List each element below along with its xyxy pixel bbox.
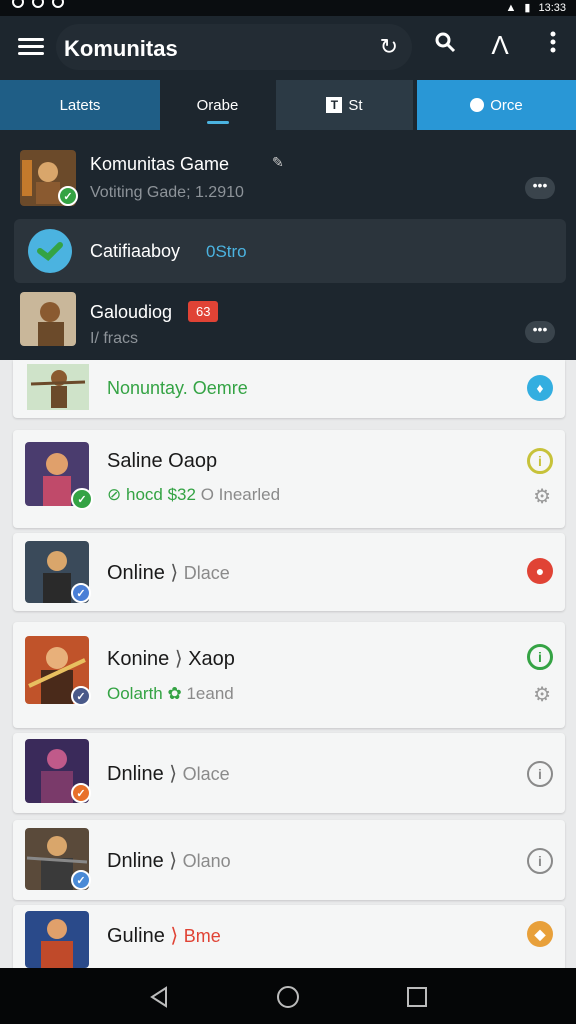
list-card[interactable]: ✓ Konine ⟩ Xaop Oolarth ✿ 1eand i ⚙ — [13, 622, 565, 728]
info-icon[interactable]: i — [527, 761, 553, 787]
refresh-icon[interactable]: ↻ — [380, 34, 398, 60]
gear-icon[interactable]: ⚙ — [533, 682, 551, 707]
game-avatar — [20, 292, 76, 346]
system-nav-bar — [0, 968, 576, 1024]
info-icon[interactable]: i — [527, 644, 553, 670]
fire-icon[interactable]: ● — [527, 558, 553, 584]
top-list: ✓ Komunitas Game ✎ Votiting Gade; 1.2910… — [0, 130, 576, 360]
item-subtitle: I/ fracs — [90, 330, 139, 347]
item-title: Dnline ⟩ Olace — [107, 763, 230, 785]
item-title: Dnline ⟩ Olano — [107, 850, 231, 872]
check-badge-icon: ✓ — [71, 488, 93, 510]
app-title: Komunitas — [64, 36, 178, 61]
item-subtitle: Nonuntay. Oemre — [107, 378, 248, 398]
check-badge-icon: ✓ — [58, 186, 78, 206]
clock: 13:33 — [538, 1, 566, 14]
gear-icon[interactable]: ⚙ — [533, 484, 551, 509]
tab-st[interactable]: T St — [276, 80, 413, 130]
list-card[interactable]: ✓ Online ⟩ Dlace ● — [13, 533, 565, 611]
tab-orce[interactable]: Orce — [417, 80, 576, 130]
more-options-icon[interactable]: ••• — [525, 321, 555, 343]
list-item[interactable]: Galoudiog 63 I/ fracs ••• — [0, 284, 576, 360]
tab-indicator — [206, 121, 229, 124]
chat-logo-icon — [28, 229, 72, 273]
link-icon: ⊘ — [107, 485, 122, 504]
diamond-icon[interactable]: ◆ — [527, 921, 553, 947]
status-bar: ▲ ▮ 13:33 — [0, 0, 576, 16]
list-card[interactable]: ✓ Dnline ⟩ Olace i — [13, 733, 565, 813]
more-vert-icon[interactable] — [538, 30, 568, 61]
search-icon[interactable] — [430, 30, 460, 61]
item-subtitle: Oolarth ✿ 1eand — [107, 684, 234, 703]
status-badge-icon: ✓ — [71, 783, 91, 803]
item-title: Catifiaaboy — [90, 241, 181, 261]
game-avatar — [25, 911, 89, 968]
item-title: Saline Oaop — [107, 450, 218, 472]
list-card[interactable]: Nonuntay. Oemre ♦ — [13, 360, 565, 418]
menu-button[interactable] — [18, 34, 44, 60]
item-title: Konine ⟩ Xaop — [107, 648, 235, 670]
lambda-icon[interactable]: Λ — [485, 30, 515, 61]
item-subtitle: Votiting Gade; 1.2910 — [90, 184, 244, 201]
wifi-icon: ▲ — [505, 1, 517, 14]
verified-badge-icon: ✓ — [71, 686, 91, 706]
item-title: Komunitas Game — [90, 154, 230, 174]
notification-icon — [12, 0, 24, 8]
more-options-icon[interactable]: ••• — [525, 177, 555, 199]
tab-latest[interactable]: Latets — [0, 80, 160, 130]
home-icon[interactable] — [275, 984, 301, 1010]
count-badge: 63 — [188, 301, 219, 322]
pencil-icon[interactable]: ✎ — [272, 154, 284, 171]
list-item-highlighted[interactable]: Catifiaaboy 0Stro — [14, 219, 566, 283]
info-icon[interactable]: i — [527, 848, 553, 874]
back-icon[interactable] — [146, 984, 172, 1010]
list-card[interactable]: ✓ Saline Oaop ⊘ hocd $32 O Inearled i ⚙ — [13, 430, 565, 528]
tab-bar: Latets Orabe T St Orce — [0, 80, 576, 130]
item-title: Guline ⟩ Bme — [107, 925, 221, 947]
recents-icon[interactable] — [404, 984, 430, 1010]
info-icon[interactable]: i — [527, 448, 553, 474]
item-tag: 0Stro — [206, 242, 247, 261]
circle-icon — [470, 98, 485, 112]
item-subtitle: ⊘ hocd $32 O Inearled — [107, 485, 281, 504]
item-title: Online ⟩ Dlace — [107, 562, 230, 584]
app-bar: Komunitas ↻ Λ — [0, 16, 576, 80]
battery-icon: ▮ — [524, 2, 531, 14]
game-avatar — [27, 364, 89, 410]
list-card[interactable]: Guline ⟩ Bme ◆ — [13, 905, 565, 968]
title-pill[interactable]: Komunitas ↻ — [56, 24, 412, 70]
sync-icon — [32, 0, 44, 8]
list-item[interactable]: ✓ Komunitas Game ✎ Votiting Gade; 1.2910… — [0, 140, 576, 216]
drop-icon[interactable]: ♦ — [527, 375, 553, 401]
list-card[interactable]: ✓ Dnline ⟩ Olano i — [13, 820, 565, 900]
text-icon: T — [326, 97, 343, 113]
tab-orabe[interactable]: Orabe — [165, 80, 270, 130]
check-icon — [52, 0, 64, 8]
gear-small-icon: ✿ — [167, 684, 182, 703]
verified-badge-icon: ✓ — [71, 870, 91, 890]
verified-badge-icon: ✓ — [71, 583, 91, 603]
item-title: Galoudiog — [90, 302, 173, 322]
